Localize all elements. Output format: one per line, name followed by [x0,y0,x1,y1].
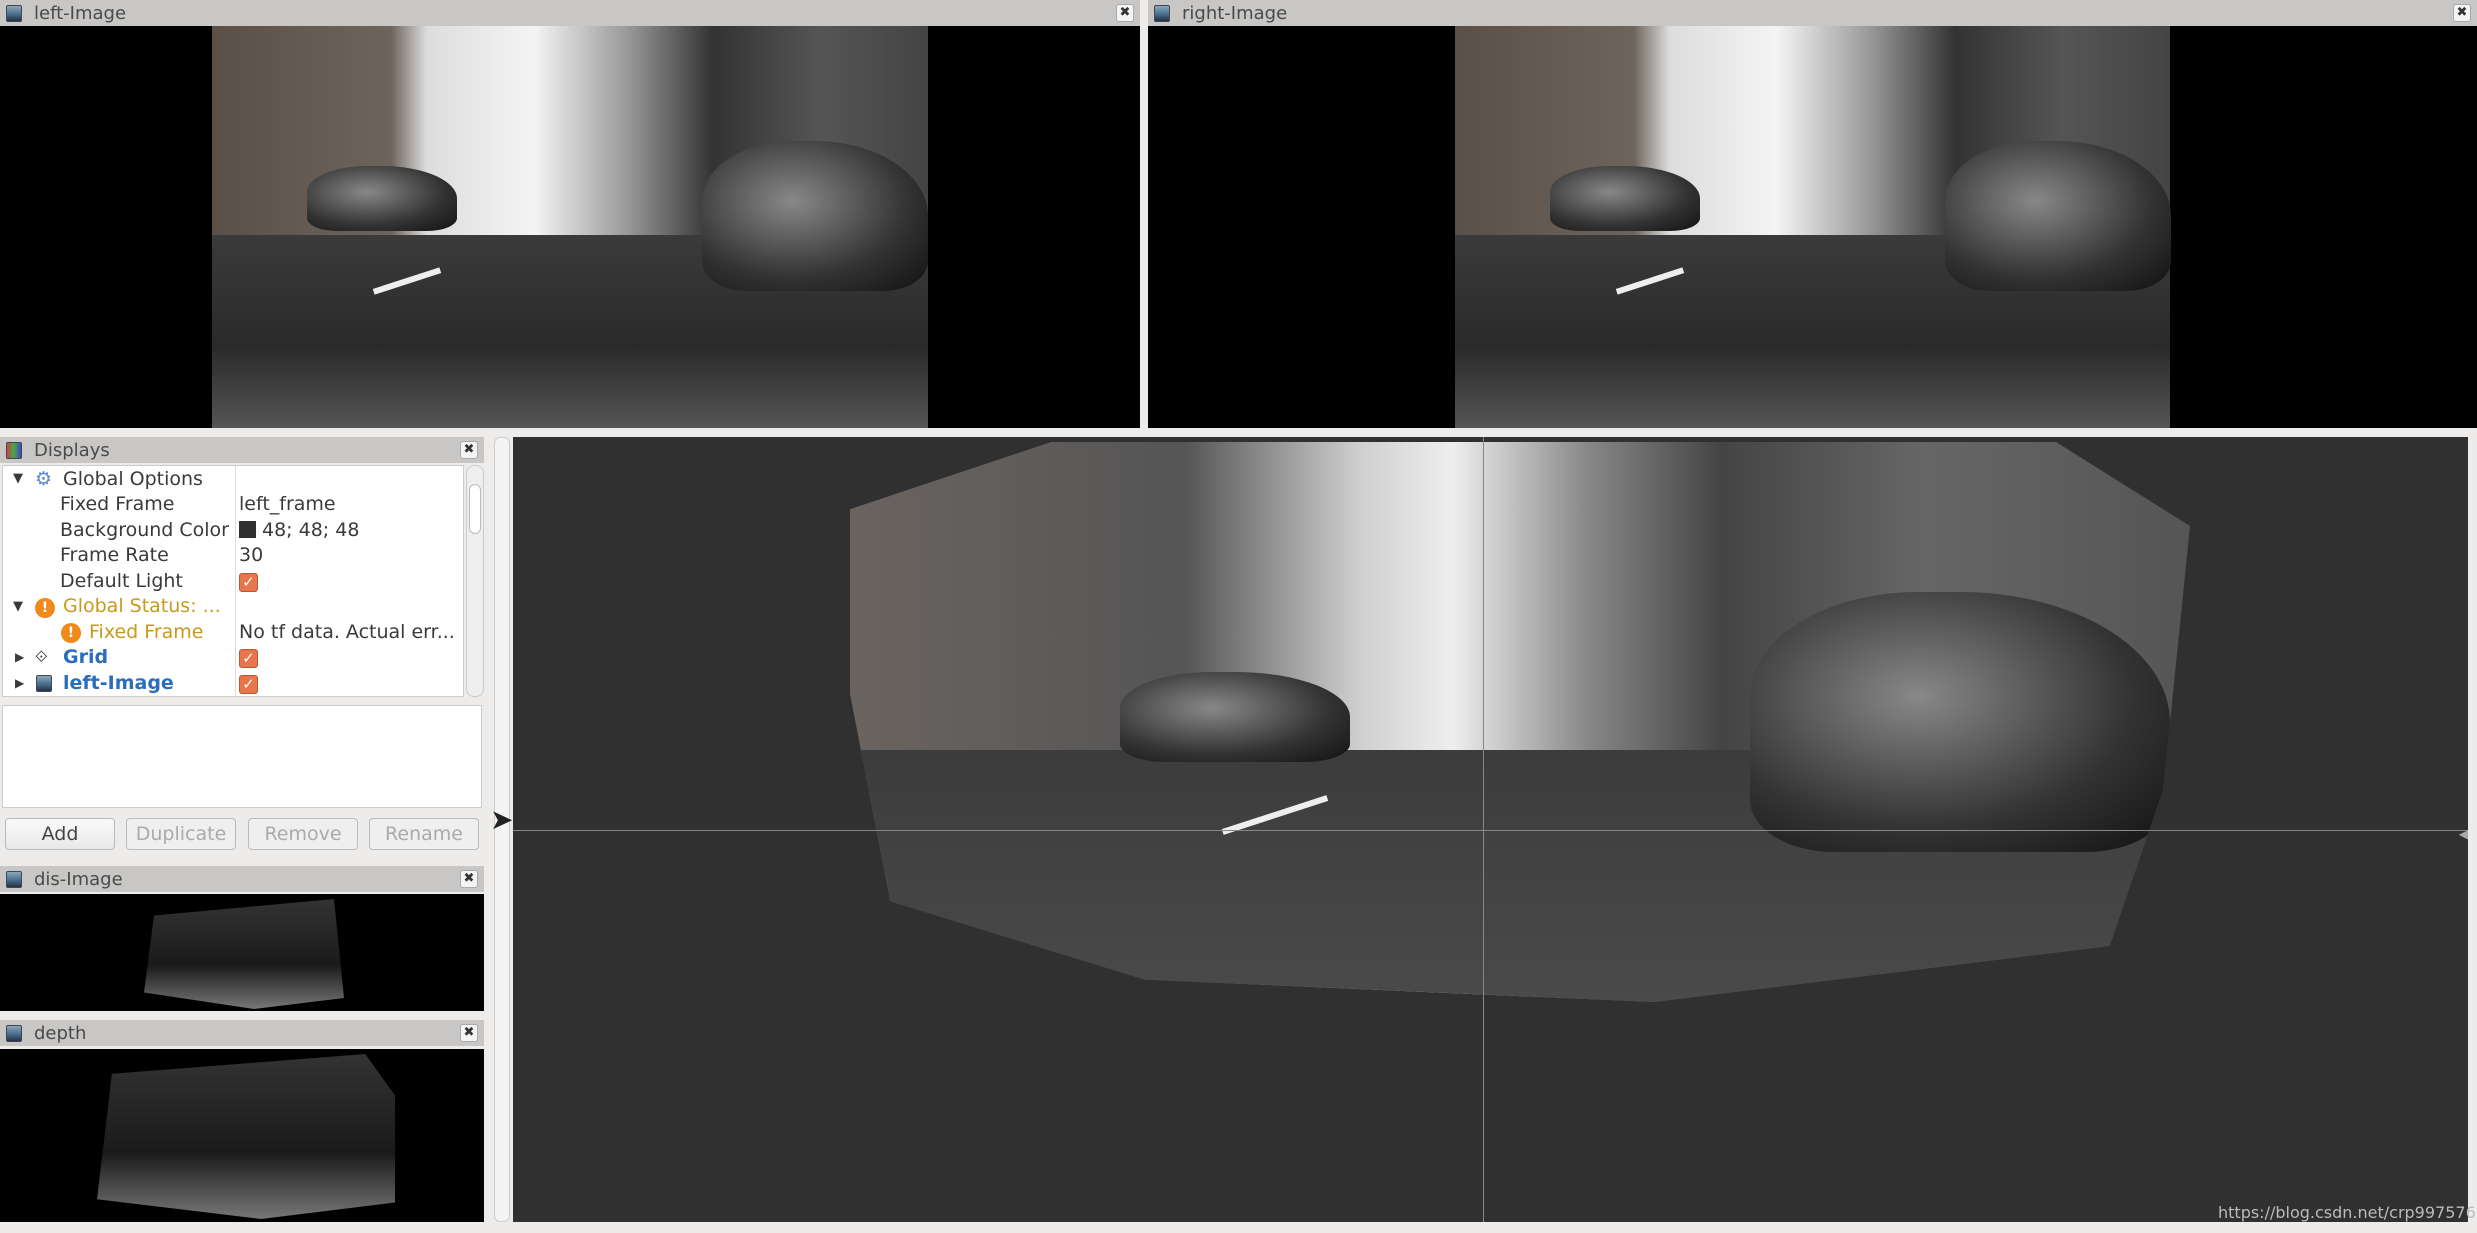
display-tree: ▼ ⚙ Global Options Fixed Frame left_frame B… [2,465,464,697]
tree-label: Global Options [63,467,203,490]
displays-titlebar[interactable]: Displays ✖ [0,437,484,463]
add-button[interactable]: Add [5,818,115,850]
panel-title: left-Image [34,2,127,24]
image-icon [1154,4,1170,22]
expand-arrow-icon[interactable]: ▼ [13,599,23,614]
left-image-titlebar[interactable]: left-Image ✖ [0,0,1140,26]
depth-titlebar[interactable]: depth ✖ [0,1020,484,1046]
close-icon[interactable]: ✖ [1116,4,1134,22]
tree-label: Fixed Frame [89,620,204,643]
tree-item-frame-rate[interactable]: Frame Rate 30 [3,543,463,569]
disparity-image [0,894,484,1011]
tree-item-status-fixed-frame[interactable]: ! Fixed Frame No tf data. Actual err... [3,619,463,645]
default-light-checkbox[interactable]: ✓ [239,572,258,592]
display-description [2,705,482,808]
image-icon [6,4,22,22]
left-image-panel: left-Image ✖ [0,0,1140,428]
watermark: https://blog.csdn.net/crp997576280 [2218,1203,2477,1222]
close-icon[interactable]: ✖ [460,441,478,459]
tree-item-fixed-frame[interactable]: Fixed Frame left_frame [3,492,463,518]
right-camera-image [1148,26,2477,428]
panel-title: right-Image [1182,2,1288,24]
tree-item-left-image[interactable]: ▶ left-Image ✓ [3,670,463,696]
close-icon[interactable]: ✖ [2453,4,2471,22]
point-cloud [850,442,2190,1002]
right-image-panel: right-Image ✖ [1148,0,2477,428]
frame-rate-value[interactable]: 30 [239,544,263,566]
rename-button[interactable]: Rename [369,818,479,850]
remove-button[interactable]: Remove [248,818,358,850]
grid-icon: ⟐ [35,647,48,667]
panel-title: Displays [34,439,110,461]
grid-checkbox[interactable]: ✓ [239,649,258,669]
duplicate-button[interactable]: Duplicate [126,818,236,850]
tree-label: Global Status: ... [63,595,221,618]
image-icon [6,870,22,888]
tree-label: Default Light [60,569,183,592]
depth-image [0,1049,484,1222]
panel-title: dis-Image [34,868,123,890]
tree-label: Grid [63,646,109,669]
grid-line-horizontal [513,830,2468,831]
status-message: No tf data. Actual err... [239,620,455,643]
warning-icon: ! [61,623,81,644]
depth-panel: depth ✖ [0,1020,484,1222]
image-icon [36,674,52,692]
gear-icon: ⚙ [35,467,53,490]
left-camera-image [0,26,1140,428]
expand-arrow-icon[interactable]: ▼ [13,471,23,486]
tree-label: Background Color [60,518,229,541]
color-value[interactable]: 48; 48; 48 [239,519,359,541]
warning-icon: ! [35,597,55,618]
tree-item-grid[interactable]: ▶ ⟐ Grid ✓ [3,645,463,671]
tree-item-background-color[interactable]: Background Color 48; 48; 48 [3,517,463,543]
image-icon [6,1024,22,1042]
right-image-titlebar[interactable]: right-Image ✖ [1148,0,2477,26]
dis-image-panel: dis-Image ✖ [0,866,484,1012]
tree-scrollbar[interactable] [466,465,484,697]
monitor-icon [6,441,22,459]
tree-item-global-options[interactable]: ▼ ⚙ Global Options [3,466,463,492]
color-text: 48; 48; 48 [262,518,360,541]
grid-line-vertical [1483,437,1484,1222]
fixed-frame-value[interactable]: left_frame [239,493,336,515]
3d-viewport[interactable]: ◀ [513,437,2468,1222]
displays-panel: Displays ✖ ▼ ⚙ Global Options Fixed Frame le… [0,437,484,853]
close-icon[interactable]: ✖ [460,1024,478,1042]
dis-image-titlebar[interactable]: dis-Image ✖ [0,866,484,892]
left-image-checkbox[interactable]: ✓ [239,674,258,694]
mouse-cursor-icon: ➤ [490,803,514,836]
panel-title: depth [34,1022,87,1044]
tree-item-default-light[interactable]: Default Light ✓ [3,568,463,594]
tree-label: left-Image [63,671,174,694]
expand-arrow-icon[interactable]: ▶ [15,650,24,664]
tree-label: Fixed Frame [60,493,175,516]
tree-label: Frame Rate [60,544,169,567]
tree-item-global-status[interactable]: ▼! Global Status: ... [3,594,463,620]
close-icon[interactable]: ✖ [460,870,478,888]
collapse-arrow-icon[interactable]: ◀ [2459,827,2468,841]
color-swatch [239,520,256,538]
expand-arrow-icon[interactable]: ▶ [15,676,24,690]
